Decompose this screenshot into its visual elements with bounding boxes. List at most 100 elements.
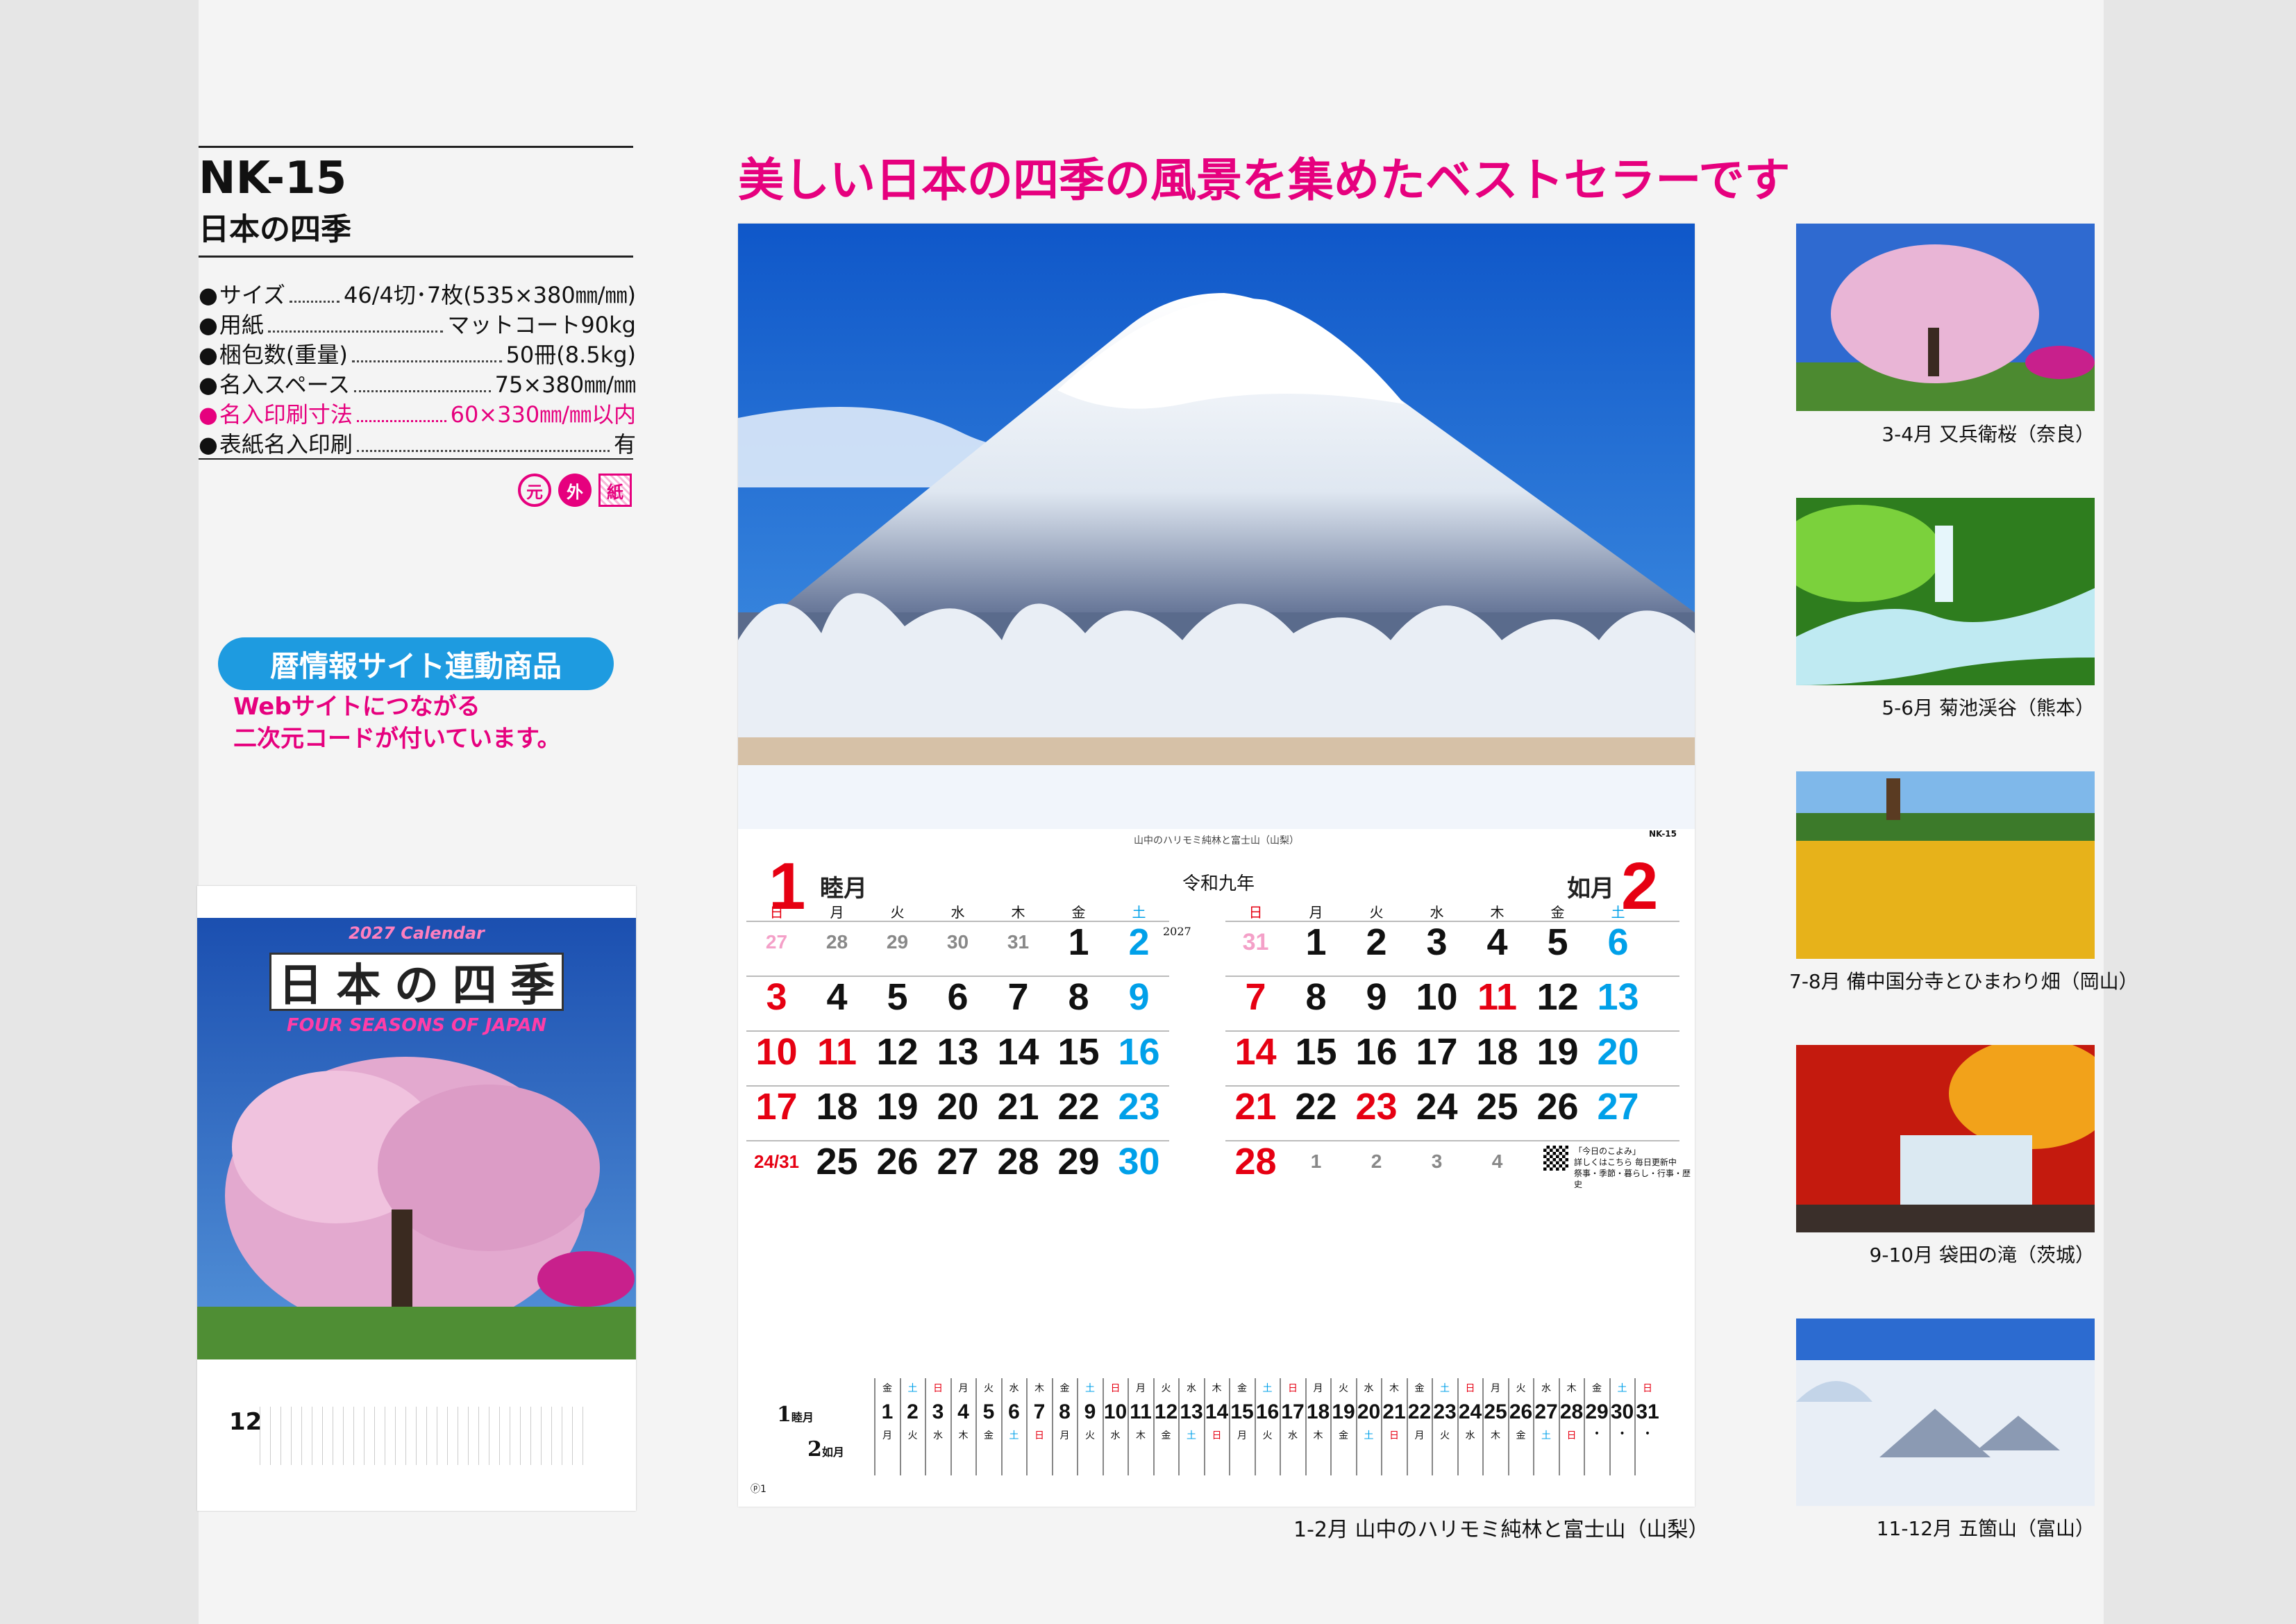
cover-title-char: 日 <box>278 960 323 1012</box>
day-cell: 23 <box>1109 1087 1169 1127</box>
day-cell: 3 <box>1407 1141 1467 1182</box>
strip-weekday: 水 <box>1541 1383 1551 1394</box>
strip-weekday-2: 土 <box>1541 1430 1551 1441</box>
day-cell: 19 <box>1527 1032 1588 1072</box>
day-cell: 27 <box>1588 1087 1648 1127</box>
strip-weekday-2: 月 <box>882 1430 892 1441</box>
weekday-header: 土 <box>1132 904 1146 921</box>
day-number: 18 <box>1476 1031 1518 1073</box>
mark-gai-icon: 外 <box>558 474 592 507</box>
qr-caption: 「今日のこよみ」 詳しくはこちら 毎日更新中 祭事・季節・暮らし・行事・歴史 <box>1574 1146 1695 1190</box>
day-number: 16 <box>1355 1031 1398 1073</box>
day-cell: 24 <box>1407 1087 1467 1127</box>
strip-day: 日 10 水 <box>1102 1378 1128 1475</box>
strip-weekday: 火 <box>1161 1383 1171 1394</box>
week-separator <box>746 1030 1169 1032</box>
day-number: 17 <box>1416 1031 1458 1073</box>
strip-day: 木 21 日 <box>1381 1378 1406 1475</box>
strip-day: 土 2 火 <box>899 1378 925 1475</box>
strip-day-number: 23 <box>1433 1400 1457 1423</box>
thumb-sunflower <box>1796 771 2095 959</box>
strip-day-number: 31 <box>1636 1400 1659 1423</box>
day-number: 20 <box>937 1086 979 1128</box>
qr-code-icon[interactable] <box>1543 1146 1568 1171</box>
thumb-fukuroda <box>1796 1045 2095 1232</box>
day-number: 22 <box>1295 1086 1337 1128</box>
day-number: 3 <box>1431 1150 1443 1172</box>
day-number: 30 <box>1118 1141 1160 1182</box>
week-separator <box>1225 1140 1679 1141</box>
strip-weekday: 日 <box>933 1383 943 1394</box>
badge-description: Webサイトにつながる 二次元コードが付いています。 <box>233 692 561 755</box>
strip-weekday-2: 金 <box>1161 1430 1171 1441</box>
day-cell: 2 <box>1109 922 1169 962</box>
strip-weekday-2: • <box>1644 1428 1651 1439</box>
day-number: 25 <box>1476 1086 1518 1128</box>
week-separator <box>746 1085 1169 1087</box>
strip-day: 水 27 土 <box>1533 1378 1558 1475</box>
day-cell: 28 <box>807 922 867 962</box>
day-number: 9 <box>1128 976 1150 1018</box>
strip-weekday: 水 <box>1009 1383 1019 1394</box>
strip-day-number: 25 <box>1484 1400 1507 1423</box>
day-cell: 25 <box>807 1141 867 1182</box>
week-separator <box>746 921 1169 922</box>
strip-day-number: 20 <box>1357 1400 1381 1423</box>
day-cell: 7 <box>1225 977 1286 1017</box>
day-number: 14 <box>1234 1031 1277 1073</box>
strip-weekday: 月 <box>1491 1383 1500 1394</box>
day-number: 20 <box>1597 1031 1639 1073</box>
day-number: 13 <box>1597 976 1639 1018</box>
cover-title-char: 本 <box>336 960 381 1012</box>
strip-day-number: 1 <box>881 1400 894 1423</box>
era-label: 令和九年 <box>1182 873 1255 894</box>
day-cell: 9 <box>1109 977 1169 1017</box>
strip-weekday: 木 <box>1034 1383 1044 1394</box>
strip-day: 日 24 水 <box>1457 1378 1482 1475</box>
weekday-header: 金 <box>1071 904 1086 921</box>
divider-mid <box>199 256 633 258</box>
strip-day-number: 30 <box>1610 1400 1634 1423</box>
day-number: 19 <box>1536 1031 1579 1073</box>
day-cell: 16 <box>1346 1032 1407 1072</box>
strip-day-number: 22 <box>1407 1400 1432 1423</box>
strip-day: 月 11 木 <box>1128 1378 1153 1475</box>
day-number: 2 <box>1366 921 1387 963</box>
strip-weekday-2: 金 <box>1516 1430 1526 1441</box>
day-cell: 6 <box>928 977 988 1017</box>
strip-day: 月 4 木 <box>950 1378 975 1475</box>
week-separator <box>746 976 1169 977</box>
qr-caption-line: 詳しくはこちら 毎日更新中 <box>1574 1157 1677 1167</box>
strip-day: 金 22 月 <box>1406 1378 1432 1475</box>
strip-day: 火 26 金 <box>1507 1378 1533 1475</box>
strip-weekday: 木 <box>1566 1383 1577 1394</box>
strip-day: 土 16 火 <box>1254 1378 1280 1475</box>
strip-day: 月 18 木 <box>1305 1378 1330 1475</box>
day-number: 27 <box>765 931 788 953</box>
day-cell: 14 <box>988 1032 1048 1072</box>
week-separator <box>1225 921 1679 922</box>
day-number: 10 <box>755 1031 798 1073</box>
strip-weekday-2: 水 <box>1288 1430 1298 1441</box>
strip-weekday: 火 <box>984 1383 994 1394</box>
weekday-header: 日 <box>769 904 784 921</box>
strip-weekday: 木 <box>1389 1383 1399 1394</box>
strip-day-number: 28 <box>1559 1400 1584 1423</box>
product-code: NK-15 <box>199 153 347 204</box>
day-cell: 3 <box>1407 922 1467 962</box>
spec-print-size: ● 名入印刷寸法 60×330㎜/㎜以内 <box>199 401 636 428</box>
strip-day-number: 3 <box>932 1400 944 1423</box>
day-cell: 6 <box>1588 922 1648 962</box>
day-number: 19 <box>876 1086 919 1128</box>
strip-day-number: 29 <box>1585 1400 1609 1423</box>
day-cell: 20 <box>928 1087 988 1127</box>
thumb-caption: 3-4月 又兵衛桜（奈良） <box>1882 423 2095 446</box>
day-number: 4 <box>1491 1150 1503 1172</box>
day-number: 28 <box>997 1141 1039 1182</box>
feb-name: 如月 <box>1567 875 1614 903</box>
day-cell: 26 <box>867 1141 928 1182</box>
strip-day-number: 26 <box>1509 1400 1533 1423</box>
strip-weekday-2: • <box>1619 1428 1625 1439</box>
cover-title-char: の <box>394 960 439 1012</box>
day-number: 4 <box>1486 921 1508 963</box>
